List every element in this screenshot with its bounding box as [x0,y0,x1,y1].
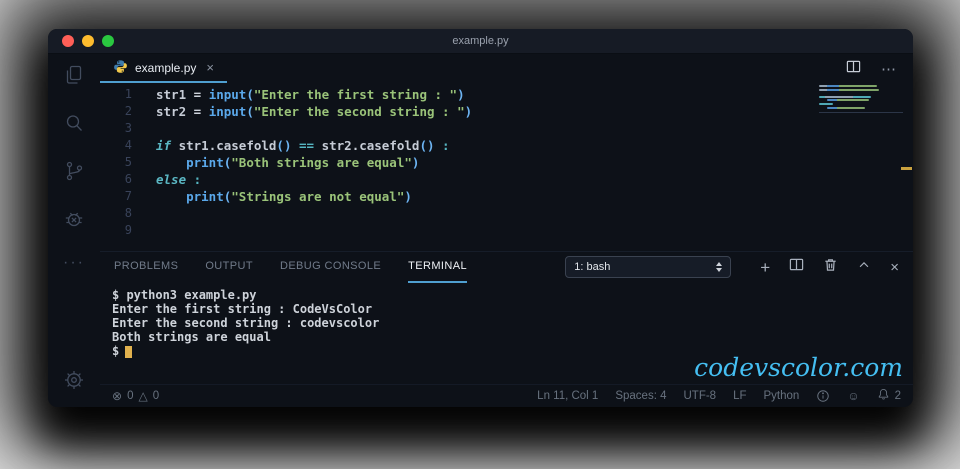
notification-count: 2 [895,390,901,402]
terminal-prompt: $ [112,344,119,358]
line-number: 2 [100,103,132,120]
indentation-status[interactable]: Spaces: 4 [615,390,666,402]
panel-tab-debug-console[interactable]: DEBUG CONSOLE [280,251,381,283]
line-number: 7 [100,188,132,205]
code-line[interactable]: 9 [100,222,913,239]
code-lines: 1str1 = input("Enter the first string : … [100,86,913,239]
minimap[interactable] [819,85,903,113]
settings-gear-icon[interactable] [61,367,87,393]
activity-bar: ··· [48,54,100,407]
code-text [132,205,156,222]
panel-tab-terminal[interactable]: TERMINAL [408,251,467,283]
code-text: else : [132,171,201,188]
line-number: 5 [100,154,132,171]
split-editor-icon[interactable] [846,59,861,79]
select-updown-icon [716,262,722,272]
code-text: str2 = input("Enter the second string : … [132,103,472,120]
line-number: 1 [100,86,132,103]
bell-icon [877,388,890,404]
tab-example-py[interactable]: example.py × [100,54,227,83]
terminal-line: Enter the first string : CodeVsColor [112,302,913,316]
terminal-shell-value: 1: bash [574,261,610,273]
search-icon[interactable] [61,110,87,136]
traffic-lights [62,35,114,47]
eol-status[interactable]: LF [733,390,746,402]
language-mode-status[interactable]: Python [764,390,800,402]
python-file-icon [113,59,128,77]
info-circle-icon[interactable] [816,389,830,403]
status-bar: ⊗ 0 △ 0 Ln 11, Col 1 Spaces: 4 UTF-8 LF … [100,384,913,407]
debug-icon[interactable] [61,206,87,232]
minimize-window-button[interactable] [82,35,94,47]
more-activity-icon[interactable]: ··· [63,254,85,272]
zoom-window-button[interactable] [102,35,114,47]
code-line[interactable]: 3 [100,120,913,137]
code-text [132,120,156,137]
encoding-status[interactable]: UTF-8 [684,390,717,402]
error-circle-icon: ⊗ [112,389,122,403]
watermark: codevscolor.com [694,353,903,382]
terminal-line: Enter the second string : codevscolor [112,316,913,330]
line-number: 9 [100,222,132,239]
code-line[interactable]: 7print("Strings are not equal") [100,188,913,205]
code-line[interactable]: 8 [100,205,913,222]
code-text: if str1.casefold() == str2.casefold() : [132,137,450,154]
explorer-icon[interactable] [61,62,87,88]
panel-tab-output[interactable]: OUTPUT [205,251,253,283]
warning-count: 0 [153,390,159,402]
code-text: str1 = input("Enter the first string : "… [132,86,465,103]
code-line[interactable]: 5print("Both strings are equal") [100,154,913,171]
line-number: 4 [100,137,132,154]
source-control-icon[interactable] [61,158,87,184]
new-terminal-icon[interactable]: + [760,259,770,276]
close-panel-icon[interactable]: × [890,260,899,275]
code-line[interactable]: 2str2 = input("Enter the second string :… [100,103,913,120]
notifications-status[interactable]: 2 [877,388,901,404]
terminal-shell-select[interactable]: 1: bash [565,256,731,278]
code-text: print("Strings are not equal") [132,188,412,205]
feedback-smiley-icon[interactable]: ☺ [847,389,859,403]
bottom-panel: PROBLEMS OUTPUT DEBUG CONSOLE TERMINAL 1… [100,251,913,384]
code-line[interactable]: 1str1 = input("Enter the first string : … [100,86,913,103]
problems-status[interactable]: ⊗ 0 △ 0 [112,389,159,403]
kill-terminal-trash-icon[interactable] [823,257,838,277]
terminal-line: Both strings are equal [112,330,913,344]
panel-tab-problems[interactable]: PROBLEMS [114,251,178,283]
error-count: 0 [127,390,133,402]
editor-more-actions-icon[interactable]: ⋯ [881,60,897,78]
line-number: 3 [100,120,132,137]
code-text: print("Both strings are equal") [132,154,419,171]
split-terminal-icon[interactable] [789,257,804,277]
terminal-cursor [125,346,132,358]
code-line[interactable]: 6else : [100,171,913,188]
code-text [132,222,156,239]
terminal-line: $ python3 example.py [112,288,913,302]
code-line[interactable]: 4if str1.casefold() == str2.casefold() : [100,137,913,154]
line-number: 8 [100,205,132,222]
cursor-position-status[interactable]: Ln 11, Col 1 [537,390,598,402]
titlebar: example.py [48,29,913,54]
editor-tabstrip: example.py × ⋯ [100,54,913,83]
tab-label: example.py [135,61,196,75]
line-number: 6 [100,171,132,188]
code-editor[interactable]: 1str1 = input("Enter the first string : … [100,83,913,251]
window-title: example.py [452,35,508,47]
tab-close-icon[interactable]: × [206,60,214,75]
overview-ruler-mark [901,167,912,170]
warning-triangle-icon: △ [138,389,147,403]
vscode-window: example.py ··· [48,29,913,407]
maximize-panel-chevron-icon[interactable] [857,258,871,277]
panel-header: PROBLEMS OUTPUT DEBUG CONSOLE TERMINAL 1… [100,252,913,282]
close-window-button[interactable] [62,35,74,47]
